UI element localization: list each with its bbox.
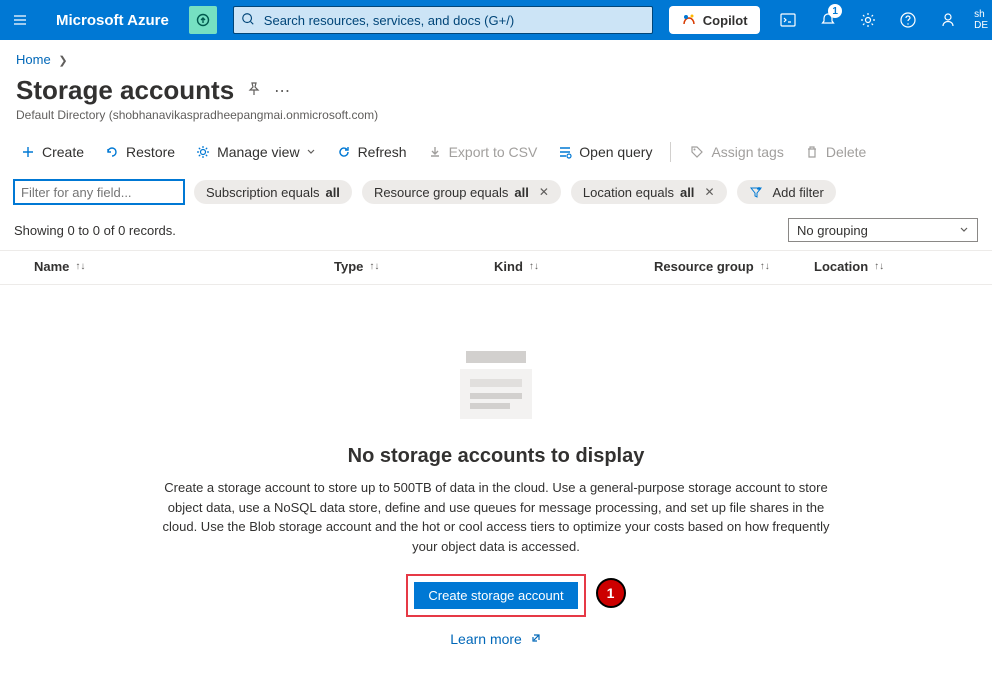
command-bar: Create Restore Manage view Refresh Expor… (0, 130, 992, 174)
sort-icon: ↑↓ (874, 261, 884, 272)
query-icon (557, 144, 573, 160)
account-label[interactable]: shDE (968, 0, 992, 40)
refresh-icon (336, 144, 352, 160)
notifications-icon[interactable]: 1 (808, 0, 848, 40)
column-kind[interactable]: Kind ↑↓ (494, 259, 654, 274)
column-resource-group[interactable]: Resource group ↑↓ (654, 259, 814, 274)
copilot-label: Copilot (703, 13, 748, 28)
table-header: Name ↑↓ Type ↑↓ Kind ↑↓ Resource group ↑… (0, 250, 992, 285)
sort-icon: ↑↓ (529, 261, 539, 272)
copilot-button[interactable]: Copilot (669, 6, 760, 34)
create-storage-account-button[interactable]: Create storage account (414, 582, 577, 609)
close-icon[interactable]: ✕ (704, 185, 714, 199)
filter-icon (749, 185, 763, 199)
empty-description: Create a storage account to store up to … (156, 478, 836, 556)
top-icons: 1 shDE (768, 0, 992, 40)
page-header: Storage accounts ⋯ Default Directory (sh… (0, 71, 992, 130)
empty-title: No storage accounts to display (348, 445, 645, 468)
gear-icon (195, 144, 211, 160)
create-highlight: Create storage account 1 (406, 574, 585, 617)
top-bar: Microsoft Azure Copilot 1 shD (0, 0, 992, 40)
learn-more-link[interactable]: Learn more (450, 631, 541, 647)
restore-icon (104, 144, 120, 160)
records-count: Showing 0 to 0 of 0 records. (14, 223, 176, 238)
tag-icon (689, 144, 705, 160)
sort-icon: ↑↓ (760, 261, 770, 272)
menu-icon[interactable] (0, 0, 40, 40)
search-icon (241, 12, 255, 26)
copilot-icon (681, 12, 697, 28)
restore-button[interactable]: Restore (96, 140, 183, 164)
sort-icon: ↑↓ (75, 261, 85, 272)
breadcrumb: Home ❯ (0, 40, 992, 71)
add-filter-button[interactable]: Add filter (737, 180, 836, 204)
export-csv-button[interactable]: Export to CSV (419, 140, 546, 164)
filter-input[interactable] (14, 180, 184, 204)
close-icon[interactable]: ✕ (539, 185, 549, 199)
column-type[interactable]: Type ↑↓ (334, 259, 494, 274)
trash-icon (804, 144, 820, 160)
more-icon[interactable]: ⋯ (274, 81, 290, 101)
notification-badge: 1 (828, 4, 842, 18)
search-input[interactable] (233, 6, 653, 34)
download-icon (427, 144, 443, 160)
cloud-shell-icon[interactable] (768, 0, 808, 40)
delete-button[interactable]: Delete (796, 140, 874, 164)
page-subtitle: Default Directory (shobhanavikaspradheep… (16, 108, 976, 122)
empty-illustration (448, 345, 544, 425)
column-name[interactable]: Name ↑↓ (34, 259, 334, 274)
brand-label[interactable]: Microsoft Azure (48, 12, 177, 29)
separator (670, 142, 671, 162)
settings-icon[interactable] (848, 0, 888, 40)
refresh-button[interactable]: Refresh (328, 140, 415, 164)
sort-icon: ↑↓ (369, 261, 379, 272)
chevron-down-icon (959, 225, 969, 235)
external-link-icon (530, 632, 542, 644)
callout-badge: 1 (596, 578, 626, 608)
chevron-down-icon (306, 147, 316, 157)
column-location[interactable]: Location ↑↓ (814, 259, 934, 274)
grouping-select[interactable]: No grouping (788, 218, 978, 242)
search-wrap (233, 6, 653, 34)
page-title: Storage accounts (16, 75, 234, 106)
manage-view-button[interactable]: Manage view (187, 140, 324, 164)
records-row: Showing 0 to 0 of 0 records. No grouping (0, 214, 992, 250)
upgrade-icon[interactable] (189, 6, 217, 34)
resource-group-filter-pill[interactable]: Resource group equals all ✕ (362, 180, 561, 204)
empty-state: No storage accounts to display Create a … (0, 285, 992, 687)
chevron-right-icon: ❯ (58, 55, 67, 67)
create-button[interactable]: Create (12, 140, 92, 164)
open-query-button[interactable]: Open query (549, 140, 660, 164)
assign-tags-button[interactable]: Assign tags (681, 140, 791, 164)
plus-icon (20, 144, 36, 160)
feedback-icon[interactable] (928, 0, 968, 40)
pin-icon[interactable] (246, 81, 262, 100)
filter-row: Subscription equals all Resource group e… (0, 174, 992, 214)
help-icon[interactable] (888, 0, 928, 40)
location-filter-pill[interactable]: Location equals all ✕ (571, 180, 727, 204)
subscription-filter-pill[interactable]: Subscription equals all (194, 180, 352, 204)
breadcrumb-home[interactable]: Home (16, 52, 51, 67)
